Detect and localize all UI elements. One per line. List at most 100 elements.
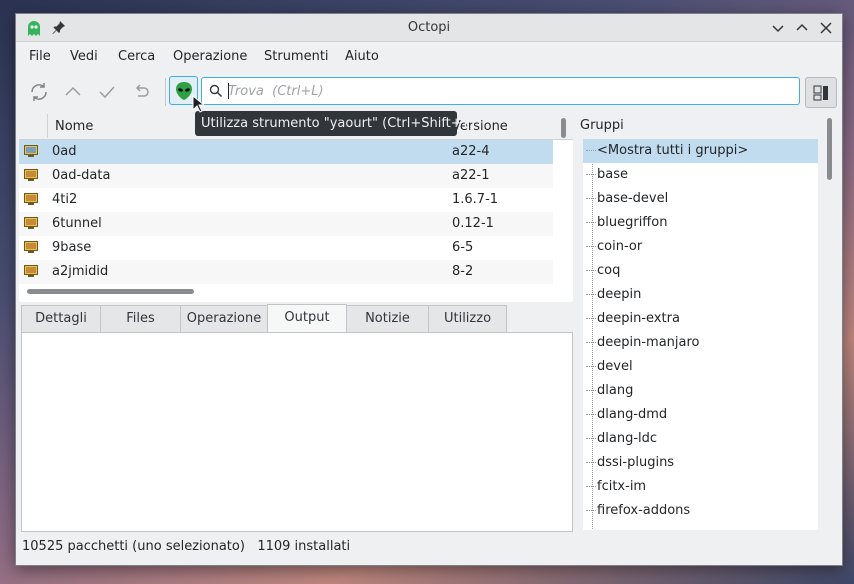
package-version: 1.6.7-1 <box>452 192 499 207</box>
group-item[interactable]: deepin-extra <box>583 307 818 331</box>
package-name: 0ad-data <box>52 168 111 183</box>
status-bar: 10525 pacchetti (uno selezionato) 1109 i… <box>22 539 350 554</box>
group-item[interactable]: bluegriffon <box>583 211 818 235</box>
group-label: dssi-plugins <box>597 455 675 470</box>
table-row[interactable]: 0ad-data a22-1 <box>19 164 553 188</box>
menu-vedi[interactable]: Vedi <box>70 49 98 64</box>
group-item[interactable]: dssi-plugins <box>583 451 818 475</box>
tab-utilizzo[interactable]: Utilizzo <box>428 305 507 333</box>
menu-aiuto[interactable]: Aiuto <box>345 49 379 64</box>
tab-operazione[interactable]: Operazione <box>180 305 268 333</box>
package-version: 6-5 <box>452 240 474 255</box>
menu-operazione[interactable]: Operazione <box>173 49 247 64</box>
table-row[interactable]: 9base 6-5 <box>19 236 553 260</box>
tab-files[interactable]: Files <box>100 305 181 333</box>
alien-icon <box>176 82 192 100</box>
group-item[interactable]: devel <box>583 355 818 379</box>
layout-icon <box>813 85 828 101</box>
group-label: firefox-addons <box>597 503 691 518</box>
tab-dettagli[interactable]: Dettagli <box>21 305 101 333</box>
groups-panel: Gruppi <Mostra tutti i gruppi> base base… <box>577 112 839 530</box>
package-version: 0.12-1 <box>452 216 494 231</box>
group-item[interactable]: fcitx-im <box>583 475 818 499</box>
group-item[interactable]: coq <box>583 259 818 283</box>
tab-output[interactable]: Output <box>267 304 347 334</box>
package-list-vertical-scrollbar[interactable] <box>561 118 566 138</box>
chevron-up-icon[interactable] <box>794 20 810 36</box>
group-item[interactable]: dlang-dmd <box>583 403 818 427</box>
group-label: bluegriffon <box>597 215 668 230</box>
group-label: coin-or <box>597 239 643 254</box>
undo-icon[interactable] <box>130 81 152 103</box>
chevron-down-icon[interactable] <box>770 20 786 36</box>
group-label: base <box>597 167 628 182</box>
group-item[interactable]: deepin-manjaro <box>583 331 818 355</box>
group-label: dlang-ldc <box>597 431 658 446</box>
package-icon <box>24 217 38 229</box>
search-box[interactable] <box>201 77 800 105</box>
octopi-window: Octopi File Vedi Cerca Operazione Strume… <box>15 13 843 566</box>
package-icon <box>24 193 38 205</box>
menu-cerca[interactable]: Cerca <box>118 49 155 64</box>
close-icon[interactable] <box>818 20 834 36</box>
commit-icon[interactable] <box>96 81 118 103</box>
menu-bar: File Vedi Cerca Operazione Strumenti Aiu… <box>16 43 842 71</box>
group-item[interactable]: <Mostra tutti i gruppi> <box>583 139 818 163</box>
package-name: 9base <box>52 240 92 255</box>
toggle-view-button[interactable] <box>805 77 837 108</box>
group-item[interactable]: firefox-addons <box>583 499 818 523</box>
group-label: <Mostra tutti i gruppi> <box>597 143 749 158</box>
yaourt-tooltip: Utilizza strumento "yaourt" (Ctrl+Shift+… <box>195 111 475 136</box>
search-icon <box>209 84 222 97</box>
group-label: deepin-extra <box>597 311 680 326</box>
package-version: a22-1 <box>452 168 490 183</box>
group-item[interactable]: deepin <box>583 283 818 307</box>
group-item[interactable]: dlang <box>583 379 818 403</box>
toolbar <box>16 72 842 112</box>
column-name-header[interactable]: Nome <box>55 119 93 134</box>
package-count-status: 10525 pacchetti (uno selezionato) <box>22 539 245 554</box>
group-label: dlang-dmd <box>597 407 668 422</box>
tab-bar: Dettagli Files Operazione Output Notizie… <box>21 304 573 334</box>
title-bar[interactable]: Octopi <box>16 14 842 42</box>
package-version: 8-2 <box>452 264 474 279</box>
package-icon <box>24 145 38 157</box>
package-version: a22-4 <box>452 144 490 159</box>
group-label: deepin-manjaro <box>597 335 700 350</box>
table-row[interactable]: 0ad a22-4 <box>19 140 553 164</box>
group-item[interactable]: base-devel <box>583 187 818 211</box>
group-label: fcitx-im <box>597 479 647 494</box>
groups-tree: <Mostra tutti i gruppi> base base-devel … <box>583 139 818 530</box>
output-panel[interactable] <box>21 332 573 532</box>
mouse-cursor-icon <box>192 95 204 113</box>
group-item[interactable]: base <box>583 163 818 187</box>
window-title: Octopi <box>407 20 451 35</box>
menu-file[interactable]: File <box>29 49 51 64</box>
group-label: devel <box>597 359 633 374</box>
group-label: dlang <box>597 383 634 398</box>
table-row[interactable]: a2jmidid 8-2 <box>19 260 553 284</box>
table-row[interactable]: 4ti2 1.6.7-1 <box>19 188 553 212</box>
groups-header: Gruppi <box>580 118 624 133</box>
package-icon <box>24 241 38 253</box>
group-item[interactable]: coin-or <box>583 235 818 259</box>
search-input[interactable] <box>228 81 788 101</box>
sync-icon[interactable] <box>28 81 50 103</box>
tab-notizie[interactable]: Notizie <box>346 305 429 333</box>
group-label: deepin <box>597 287 642 302</box>
upgrade-icon[interactable] <box>62 81 84 103</box>
package-name: 6tunnel <box>52 216 102 231</box>
package-list-horizontal-scrollbar[interactable] <box>27 289 194 294</box>
group-label: base-devel <box>597 191 669 206</box>
package-name: a2jmidid <box>52 264 109 279</box>
table-row[interactable]: 6tunnel 0.12-1 <box>19 212 553 236</box>
group-item[interactable]: dlang-ldc <box>583 427 818 451</box>
package-name: 0ad <box>52 144 77 159</box>
package-list: Nome Versione 0ad a22-4 0ad-data a22-1 4… <box>19 112 573 302</box>
package-name: 4ti2 <box>52 192 78 207</box>
menu-strumenti[interactable]: Strumenti <box>264 49 329 64</box>
header-separator <box>47 114 48 138</box>
groups-vertical-scrollbar[interactable] <box>827 118 832 180</box>
text-caret <box>228 83 229 99</box>
toolbar-separator <box>165 78 166 106</box>
